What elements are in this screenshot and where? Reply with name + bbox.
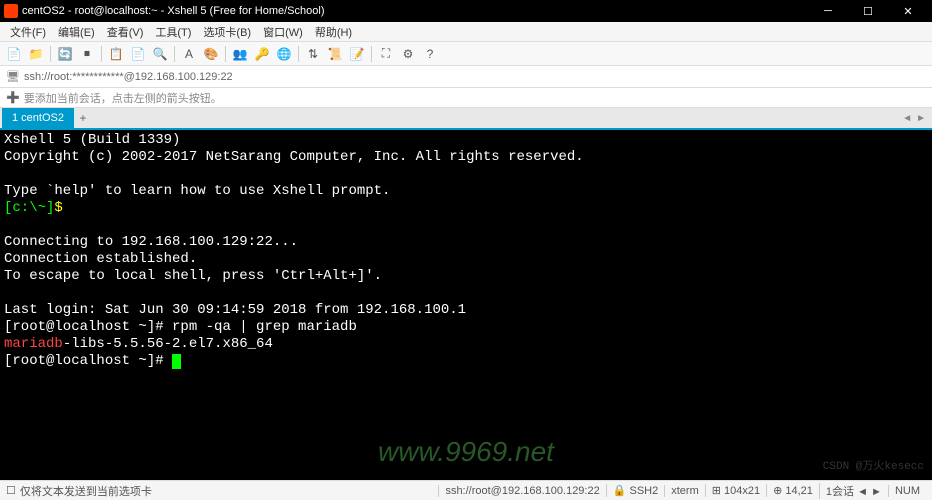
menu-view[interactable]: 查看(V) [101,22,150,42]
status-session-count: 1会话 ◄ ► [819,483,888,499]
key-icon[interactable]: 🔑 [252,44,272,64]
separator [50,46,51,62]
term-prompt-local: [c:\~] [4,200,54,216]
term-line: Connecting to 192.168.100.129:22... [4,234,298,250]
separator [174,46,175,62]
search-icon[interactable]: 🔍 [150,44,170,64]
tab-centos2[interactable]: 1 centOS2 [2,108,74,128]
menu-help[interactable]: 帮助(H) [309,22,358,42]
fullscreen-icon[interactable]: ⛶ [376,44,396,64]
watermark: www.9969.net [378,443,554,460]
menu-tabs[interactable]: 选项卡(B) [197,22,257,42]
open-icon[interactable]: 📁 [26,44,46,64]
status-cursor-pos: ⊕ 14,21 [766,484,819,497]
address-bar[interactable]: 🖥 ssh://root:************@192.168.100.12… [0,66,932,88]
hint-bar: ➕ 要添加当前会话，点击左侧的箭头按钮。 [0,88,932,108]
status-protocol: 🔒 SSH2 [606,484,665,497]
toolbar: 📄 📁 🔄 ⏹ 📋 📄 🔍 A 🎨 👥 🔑 🌐 ⇅ 📜 📝 ⛶ ⚙ ? [0,42,932,66]
status-termtype: xterm [664,485,705,497]
watermark-csdn: CSDN @万火kesecc [823,459,924,476]
help-icon[interactable]: ? [420,44,440,64]
log-icon[interactable]: 📝 [347,44,367,64]
term-line: Copyright (c) 2002-2017 NetSarang Comput… [4,149,584,165]
term-line: Type `help' to learn how to use Xshell p… [4,183,390,199]
host-icon: 🖥 [6,70,20,83]
separator [225,46,226,62]
tab-left-icon[interactable]: ◄ [902,113,912,124]
transfer-icon[interactable]: ⇅ [303,44,323,64]
address-text: ssh://root:************@192.168.100.129:… [24,71,926,83]
menu-bar: 文件(F) 编辑(E) 查看(V) 工具(T) 选项卡(B) 窗口(W) 帮助(… [0,22,932,42]
tab-bar: 1 centOS2 + ◄ ► [0,108,932,130]
status-bar: ☐ 仅将文本发送到当前选项卡 ssh://root@192.168.100.12… [0,480,932,500]
tab-label: 1 centOS2 [12,112,64,124]
users-icon[interactable]: 👥 [230,44,250,64]
tab-controls: ◄ ► [902,113,930,124]
menu-file[interactable]: 文件(F) [4,22,52,42]
copy-icon[interactable]: 📋 [106,44,126,64]
separator [298,46,299,62]
separator [371,46,372,62]
close-button[interactable]: ✕ [888,0,928,22]
status-numlock: NUM [888,485,926,497]
window-controls: ─ ☐ ✕ [808,0,928,22]
status-connection: ssh://root@192.168.100.129:22 [438,485,605,497]
menu-window[interactable]: 窗口(W) [257,22,309,42]
disconnect-icon[interactable]: ⏹ [77,44,97,64]
hint-text: 要添加当前会话，点击左侧的箭头按钮。 [24,90,222,106]
minimize-button[interactable]: ─ [808,0,848,22]
tab-right-icon[interactable]: ► [916,113,926,124]
lock-icon: 🔒 [613,485,627,497]
settings-icon[interactable]: ⚙ [398,44,418,64]
status-size: ⊞ 104x21 [705,484,766,497]
globe-icon[interactable]: 🌐 [274,44,294,64]
script-icon[interactable]: 📜 [325,44,345,64]
paste-icon[interactable]: 📄 [128,44,148,64]
checkbox-icon[interactable]: ☐ [6,484,16,497]
menu-tools[interactable]: 工具(T) [149,22,197,42]
term-line: To escape to local shell, press 'Ctrl+Al… [4,268,382,284]
term-line: Xshell 5 (Build 1339) [4,132,180,148]
term-line: Connection established. [4,251,197,267]
menu-edit[interactable]: 编辑(E) [52,22,101,42]
terminal-view[interactable]: Xshell 5 (Build 1339) Copyright (c) 2002… [0,130,932,480]
term-prompt: [root@localhost ~]# [4,353,172,369]
term-command: rpm -qa | grep mariadb [172,319,357,335]
term-output: -libs-5.5.56-2.el7.x86_64 [63,336,273,352]
terminal-cursor [172,354,181,369]
new-session-icon[interactable]: 📄 [4,44,24,64]
font-icon[interactable]: A [179,44,199,64]
term-prompt: [root@localhost ~]# [4,319,172,335]
tab-add-button[interactable]: + [74,111,92,125]
term-grep-match: mariadb [4,336,63,352]
window-title: centOS2 - root@localhost:~ - Xshell 5 (F… [22,5,808,17]
app-icon [4,4,18,18]
term-line: Last login: Sat Jun 30 09:14:59 2018 fro… [4,302,466,318]
separator [101,46,102,62]
window-titlebar: centOS2 - root@localhost:~ - Xshell 5 (F… [0,0,932,22]
reconnect-icon[interactable]: 🔄 [55,44,75,64]
term-prompt-dollar: $ [54,200,62,216]
maximize-button[interactable]: ☐ [848,0,888,22]
status-hint: 仅将文本发送到当前选项卡 [20,483,439,499]
bookmark-icon[interactable]: ➕ [6,91,20,104]
color-icon[interactable]: 🎨 [201,44,221,64]
